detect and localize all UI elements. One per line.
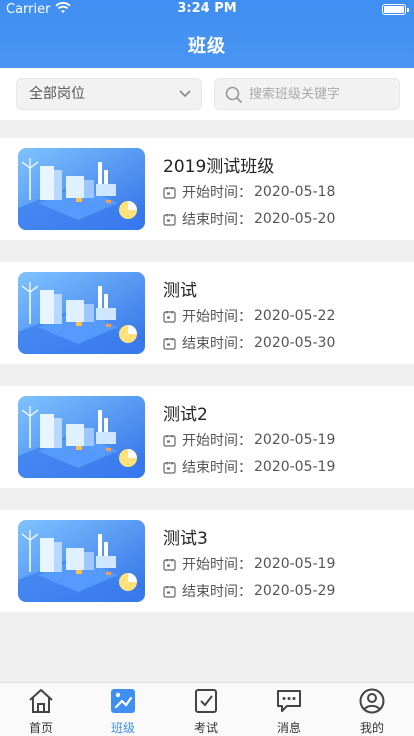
end-time-label: 结束时间：	[182, 460, 252, 476]
search-icon	[225, 86, 243, 104]
class-name: 2019测试班级	[163, 157, 275, 177]
profile-icon	[359, 688, 385, 714]
class-thumbnail	[18, 272, 145, 354]
tab-bar: 首页 班级 考试 消息 我的	[0, 682, 414, 736]
end-date: 2020-05-30	[254, 335, 336, 351]
exam-icon	[195, 689, 217, 713]
battery-icon	[382, 4, 409, 15]
tab-class[interactable]: 班级	[82, 683, 164, 736]
end-time-label: 结束时间：	[182, 212, 252, 228]
start-time-row: 开始时间： 2020-05-18	[163, 182, 335, 202]
tab-message[interactable]: 消息	[248, 683, 330, 736]
tab-class-label: 班级	[110, 721, 135, 735]
class-thumbnail	[18, 396, 145, 478]
calendar-icon	[163, 461, 176, 474]
header: Carrier 3:24 PM 班级	[0, 0, 414, 68]
tab-home[interactable]: 首页	[0, 683, 82, 736]
class-name: 测试3	[163, 529, 208, 549]
end-time-row: 结束时间： 2020-05-19	[163, 457, 335, 477]
search-box[interactable]	[214, 78, 400, 110]
end-date: 2020-05-29	[254, 583, 336, 599]
end-time-row: 结束时间： 2020-05-20	[163, 209, 335, 229]
class-card[interactable]: 2019测试班级 开始时间： 2020-05-18 结束时间： 2020-05-20	[0, 138, 414, 240]
start-time-label: 开始时间：	[182, 433, 252, 449]
calendar-icon	[163, 213, 176, 226]
start-time-row: 开始时间： 2020-05-19	[163, 430, 335, 450]
calendar-icon	[163, 337, 176, 350]
search-input[interactable]	[249, 79, 394, 109]
position-dropdown[interactable]: 全部岗位	[16, 78, 202, 110]
tab-exam[interactable]: 考试	[165, 683, 247, 736]
end-time-label: 结束时间：	[182, 584, 252, 600]
class-thumbnail	[18, 520, 145, 602]
tab-exam-label: 考试	[193, 721, 218, 735]
home-icon	[29, 689, 53, 713]
message-icon	[277, 690, 301, 712]
calendar-icon	[163, 186, 176, 199]
tab-profile-label: 我的	[359, 721, 384, 735]
start-date: 2020-05-19	[254, 432, 336, 448]
class-card[interactable]: 测试 开始时间： 2020-05-22 结束时间： 2020-05-30	[0, 262, 414, 364]
page-title: 班级	[188, 36, 226, 57]
calendar-icon	[163, 558, 176, 571]
end-date: 2020-05-19	[254, 459, 336, 475]
start-date: 2020-05-22	[254, 308, 336, 324]
calendar-icon	[163, 434, 176, 447]
clock: 3:24 PM	[177, 1, 237, 16]
calendar-icon	[163, 310, 176, 323]
status-bar: Carrier 3:24 PM	[0, 0, 414, 20]
class-card[interactable]: 测试2 开始时间： 2020-05-19 结束时间： 2020-05-19	[0, 386, 414, 488]
class-thumbnail	[18, 148, 145, 230]
class-card[interactable]: 测试3 开始时间： 2020-05-19 结束时间： 2020-05-29	[0, 510, 414, 612]
start-time-label: 开始时间：	[182, 309, 252, 325]
tab-profile[interactable]: 我的	[331, 683, 413, 736]
tab-message-label: 消息	[276, 721, 301, 735]
start-time-label: 开始时间：	[182, 557, 252, 573]
filter-bar: 全部岗位	[0, 68, 414, 120]
end-date: 2020-05-20	[254, 211, 336, 227]
chevron-down-icon	[179, 90, 191, 98]
position-dropdown-value: 全部岗位	[29, 86, 85, 102]
start-time-row: 开始时间： 2020-05-22	[163, 306, 335, 326]
start-date: 2020-05-18	[254, 184, 336, 200]
end-time-row: 结束时间： 2020-05-29	[163, 581, 335, 601]
end-time-label: 结束时间：	[182, 336, 252, 352]
calendar-icon	[163, 585, 176, 598]
class-name: 测试	[163, 281, 197, 301]
tab-home-label: 首页	[28, 721, 53, 735]
start-time-row: 开始时间： 2020-05-19	[163, 554, 335, 574]
end-time-row: 结束时间： 2020-05-30	[163, 333, 335, 353]
class-name: 测试2	[163, 405, 208, 425]
class-icon	[111, 689, 135, 713]
start-date: 2020-05-19	[254, 556, 336, 572]
start-time-label: 开始时间：	[182, 185, 252, 201]
